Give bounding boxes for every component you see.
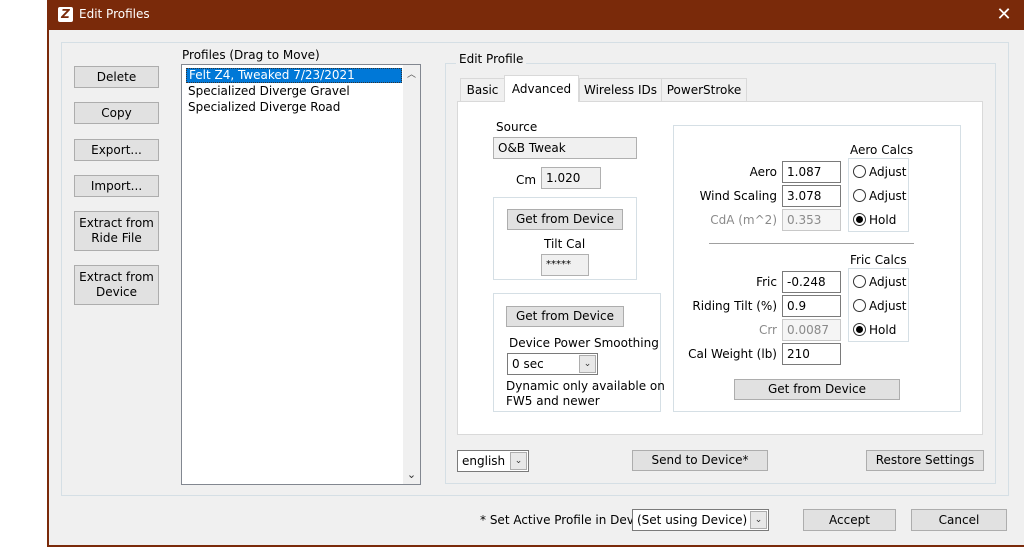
export-button[interactable]: Export... xyxy=(74,139,159,161)
aero-adjust-radio-2[interactable] xyxy=(853,189,866,202)
delete-button[interactable]: Delete xyxy=(74,66,159,88)
cal-weight-label: Cal Weight (lb) xyxy=(688,347,777,361)
import-button[interactable]: Import... xyxy=(74,175,159,197)
profile-item-diverge-road[interactable]: Specialized Diverge Road xyxy=(186,100,340,115)
chevron-down-icon[interactable]: ⌄ xyxy=(510,452,527,470)
extract-from-device-button[interactable]: Extract from Device xyxy=(74,265,159,305)
aero-adjust-label-1: Adjust xyxy=(869,165,907,179)
cda-label: CdA (m^2) xyxy=(710,213,777,227)
accept-button[interactable]: Accept xyxy=(803,509,896,531)
profile-item-diverge-gravel[interactable]: Specialized Diverge Gravel xyxy=(186,84,350,99)
tab-wireless-ids[interactable]: Wireless IDs xyxy=(579,78,662,101)
profile-item-felt[interactable]: Felt Z4, Tweaked 7/23/2021 xyxy=(186,68,402,83)
aero-hold-label: Hold xyxy=(869,213,897,227)
wind-scaling-label: Wind Scaling xyxy=(699,189,777,203)
tab-powerstroke[interactable]: PowerStroke xyxy=(661,78,747,101)
extract-ride-line1: Extract from xyxy=(79,216,154,230)
chevron-down-icon[interactable]: ⌄ xyxy=(579,355,596,373)
crr-label: Crr xyxy=(758,323,777,337)
smoothing-get-from-device-button[interactable]: Get from Device xyxy=(506,306,624,327)
cm-label: Cm xyxy=(516,173,537,187)
fric-adjust-radio-1[interactable] xyxy=(853,275,866,288)
active-profile-select[interactable]: (Set using Device) ⌄ xyxy=(632,509,769,531)
close-icon[interactable]: ✕ xyxy=(994,4,1014,25)
send-to-device-button[interactable]: Send to Device* xyxy=(632,450,768,471)
profiles-list[interactable]: Felt Z4, Tweaked 7/23/2021 Specialized D… xyxy=(181,64,421,485)
smoothing-value: 0 sec xyxy=(512,357,544,371)
smoothing-label: Device Power Smoothing xyxy=(509,336,659,350)
tab-advanced[interactable]: Advanced xyxy=(504,75,579,102)
aero-adjust-label-2: Adjust xyxy=(869,189,907,203)
fric-field[interactable]: -0.248 xyxy=(782,271,841,293)
profiles-header: Profiles (Drag to Move) xyxy=(182,48,320,62)
window-title: Edit Profiles xyxy=(79,7,150,21)
tilt-cal-field: ***** xyxy=(541,254,589,276)
source-label: Source xyxy=(496,120,538,134)
dynamic-note-line1: Dynamic only available on xyxy=(506,379,665,393)
aero-adjust-radio-1[interactable] xyxy=(853,165,866,178)
fric-label: Fric xyxy=(756,275,777,289)
active-profile-value: (Set using Device) xyxy=(637,513,748,527)
aero-field[interactable]: 1.087 xyxy=(782,161,841,183)
fric-adjust-label-2: Adjust xyxy=(869,299,907,313)
aero-calcs-label: Aero Calcs xyxy=(850,143,914,157)
extract-ride-line2: Ride File xyxy=(91,231,142,245)
extract-from-ride-file-button[interactable]: Extract from Ride File xyxy=(74,211,159,251)
extract-device-line1: Extract from xyxy=(79,270,154,284)
language-value: english xyxy=(462,454,506,468)
calcs-get-from-device-button[interactable]: Get from Device xyxy=(734,379,900,400)
dynamic-note-line2: FW5 and newer xyxy=(506,394,600,408)
tilt-get-from-device-button[interactable]: Get from Device xyxy=(507,209,623,230)
riding-tilt-field[interactable]: 0.9 xyxy=(782,295,841,317)
copy-button[interactable]: Copy xyxy=(74,102,159,124)
active-profile-label: * Set Active Profile in Device xyxy=(480,513,652,527)
chevron-down-icon[interactable]: ⌄ xyxy=(750,511,767,529)
cancel-button[interactable]: Cancel xyxy=(911,509,1007,531)
language-select[interactable]: english ⌄ xyxy=(457,450,529,472)
fric-calcs-label: Fric Calcs xyxy=(850,253,907,267)
tilt-cal-label: Tilt Cal xyxy=(544,237,586,251)
wind-scaling-field[interactable]: 3.078 xyxy=(782,185,841,207)
fric-adjust-radio-2[interactable] xyxy=(853,299,866,312)
edit-profile-label: Edit Profile xyxy=(456,52,527,66)
source-field: O&B Tweak xyxy=(493,137,637,159)
riding-tilt-label: Riding Tilt (%) xyxy=(692,299,777,313)
list-scrollbar[interactable]: ︿ ⌄ xyxy=(403,65,420,484)
scroll-down-icon[interactable]: ⌄ xyxy=(403,468,420,482)
extract-device-line2: Device xyxy=(95,285,138,299)
aero-label: Aero xyxy=(749,165,777,179)
aero-hold-radio[interactable] xyxy=(853,213,866,226)
smoothing-select[interactable]: 0 sec ⌄ xyxy=(507,353,598,375)
cda-field: 0.353 xyxy=(782,209,841,231)
restore-settings-button[interactable]: Restore Settings xyxy=(866,450,984,471)
fric-hold-label: Hold xyxy=(869,323,897,337)
fric-adjust-label-1: Adjust xyxy=(869,275,907,289)
cm-field: 1.020 xyxy=(541,167,601,189)
crr-field: 0.0087 xyxy=(782,319,841,341)
fric-hold-radio[interactable] xyxy=(853,323,866,336)
scroll-up-icon[interactable]: ︿ xyxy=(403,67,420,81)
desktop-background xyxy=(0,0,47,547)
cal-weight-field[interactable]: 210 xyxy=(782,343,841,365)
title-bar: Z Edit Profiles ✕ xyxy=(47,0,1024,30)
app-icon: Z xyxy=(58,7,73,22)
calcs-divider xyxy=(709,243,914,244)
tab-basic[interactable]: Basic xyxy=(460,78,505,101)
